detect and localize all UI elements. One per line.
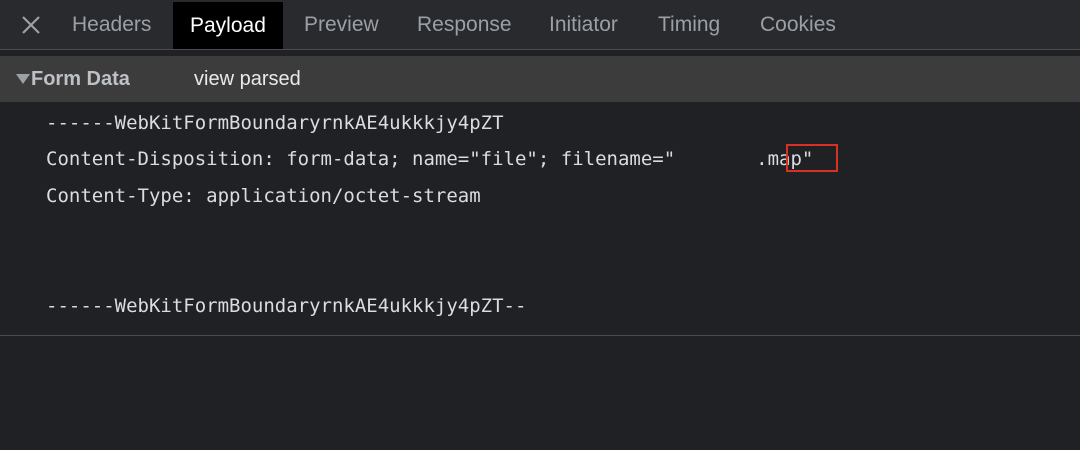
tab-headers[interactable]: Headers	[72, 0, 151, 49]
content-disposition-line: Content-Disposition: form-data; name="fi…	[46, 146, 813, 172]
section-divider	[0, 335, 1080, 336]
form-data-section-header[interactable]: Form Data view parsed	[0, 56, 1080, 102]
tab-initiator[interactable]: Initiator	[549, 0, 618, 49]
tab-timing[interactable]: Timing	[658, 0, 720, 49]
tab-bar: Headers Payload Preview Response Initiat…	[0, 0, 1080, 50]
view-parsed-button[interactable]: view parsed	[194, 56, 301, 102]
boundary-start-line: ------WebKitFormBoundaryrnkAE4ukkkjy4pZT	[46, 112, 504, 134]
tab-payload[interactable]: Payload	[173, 2, 283, 49]
content-type-line: Content-Type: application/octet-stream	[46, 185, 481, 207]
content-disposition-prefix: Content-Disposition: form-data; name="fi…	[46, 148, 676, 170]
close-button[interactable]	[14, 10, 48, 42]
tab-cookies[interactable]: Cookies	[760, 0, 836, 49]
boundary-end-line: ------WebKitFormBoundaryrnkAE4ukkkjy4pZT…	[46, 295, 527, 317]
devtools-network-panel: Headers Payload Preview Response Initiat…	[0, 0, 1080, 450]
tab-response[interactable]: Response	[417, 0, 512, 49]
triangle-down-icon[interactable]	[16, 74, 30, 84]
filename-highlight-box	[786, 144, 838, 172]
close-icon[interactable]	[14, 10, 48, 42]
tab-preview[interactable]: Preview	[304, 0, 379, 49]
section-title[interactable]: Form Data	[31, 56, 130, 102]
